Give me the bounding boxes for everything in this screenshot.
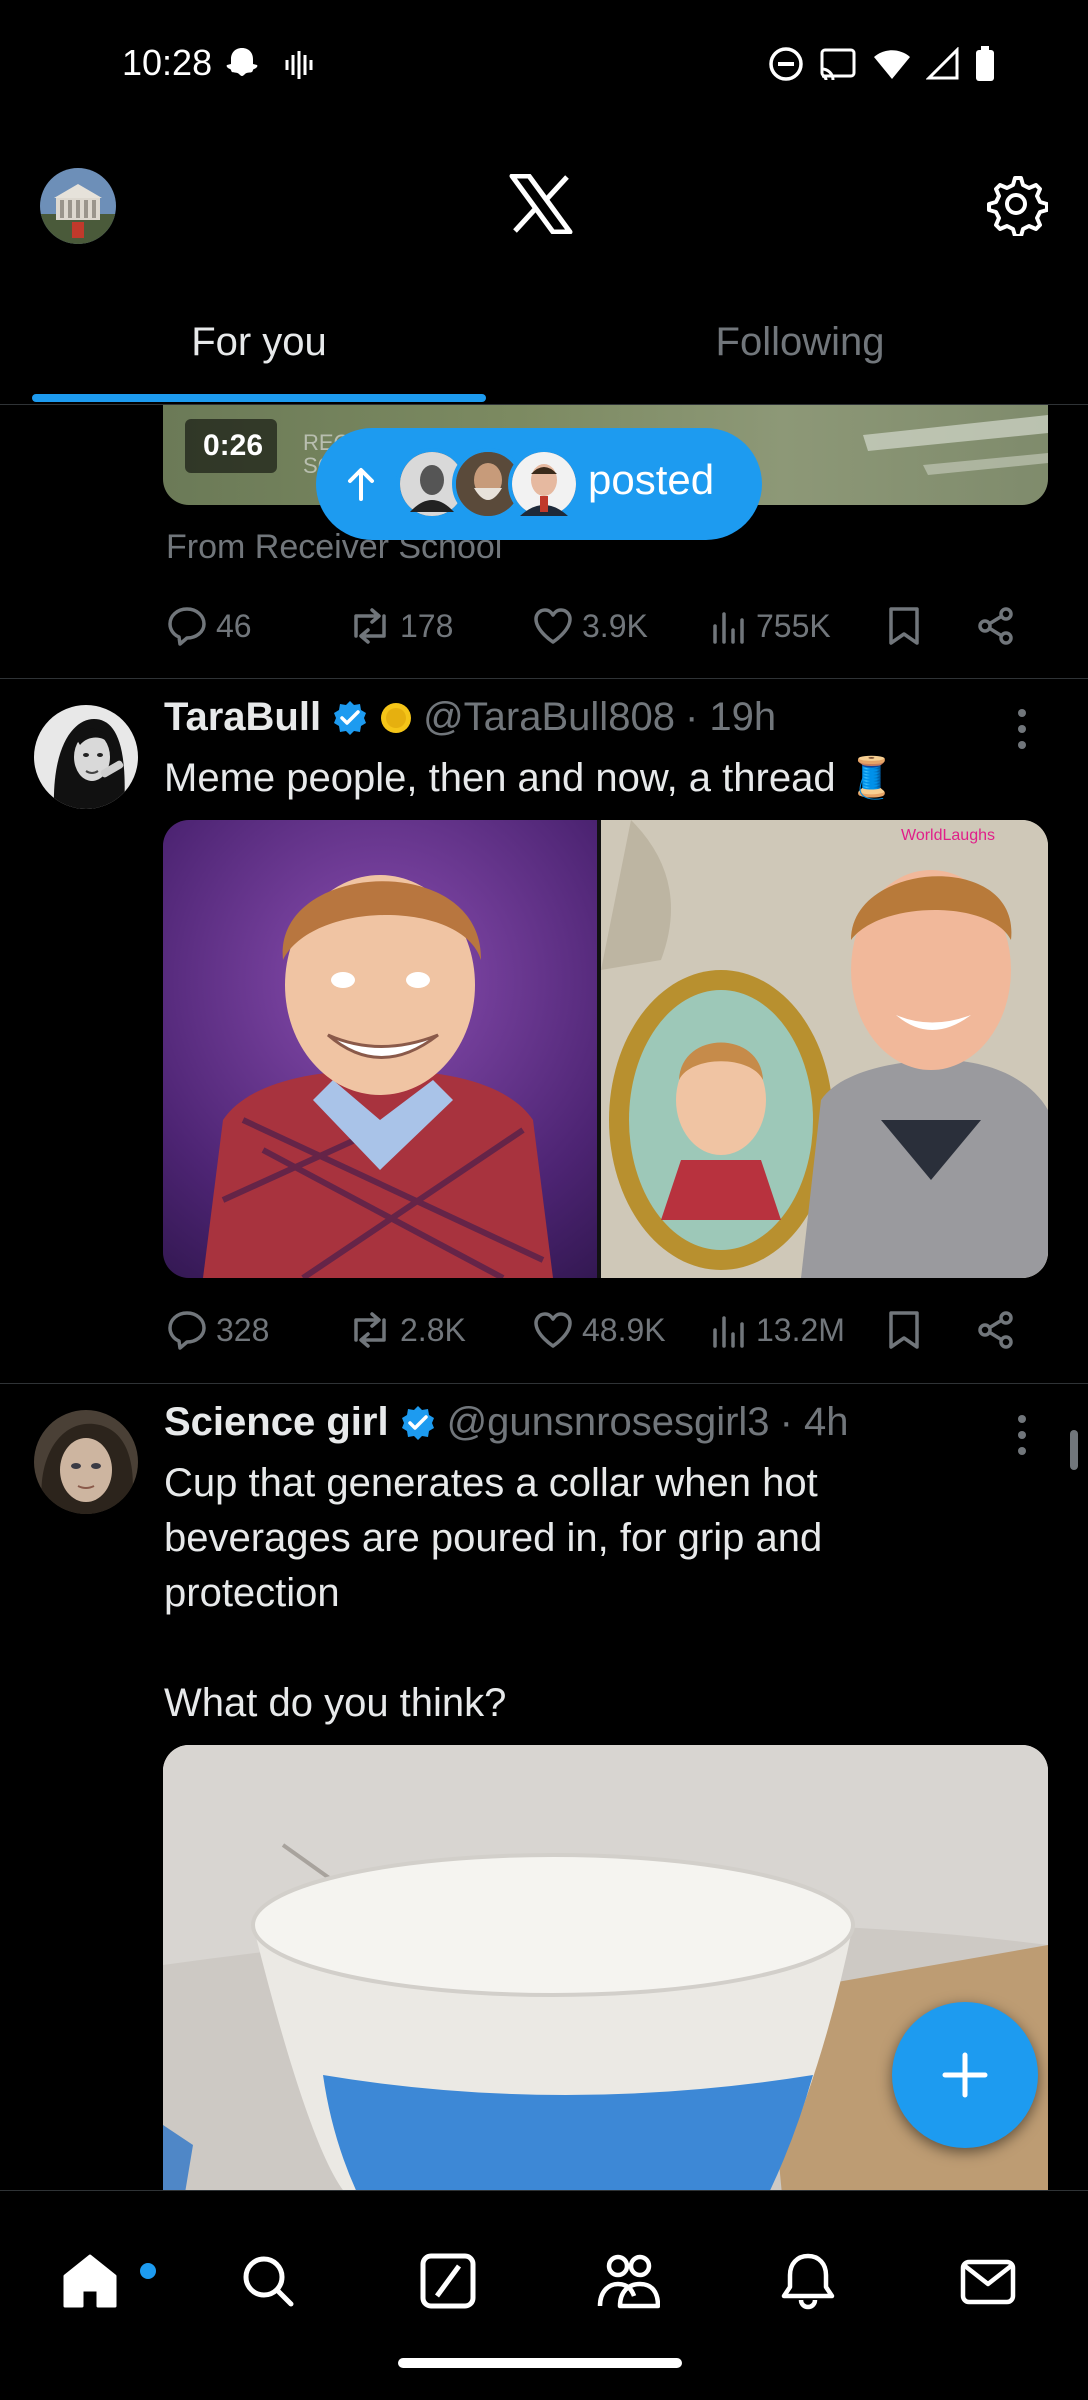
author-avatar[interactable] <box>34 705 138 809</box>
views-chart-icon <box>713 612 744 644</box>
avatar <box>508 448 580 520</box>
views-button[interactable]: 13.2M <box>710 1310 886 1350</box>
timestamp: · 4h <box>779 1400 849 1444</box>
display-name[interactable]: Science girl <box>164 1400 389 1445</box>
tab-following[interactable]: Following <box>544 280 1056 405</box>
share-button[interactable] <box>976 606 1016 646</box>
timestamp: · 19h <box>684 695 777 739</box>
repost-count: 178 <box>400 607 454 644</box>
svg-text:WorldLaughs: WorldLaughs <box>901 827 995 844</box>
compose-button[interactable] <box>892 2002 1038 2148</box>
status-time: 10:28 <box>122 42 213 83</box>
tweet-divider <box>0 678 1088 679</box>
bell-icon <box>781 2253 835 2310</box>
bookmark-button[interactable] <box>886 605 976 647</box>
bookmark-icon <box>889 1311 919 1349</box>
handle[interactable]: @gunsnrosesgirl3 <box>447 1400 770 1445</box>
repost-icon <box>354 608 386 644</box>
share-button[interactable] <box>976 1310 1016 1350</box>
posted-avatars <box>396 448 580 520</box>
reply-icon <box>168 1311 206 1350</box>
nav-notifications[interactable] <box>758 2231 858 2331</box>
plus-icon <box>942 2052 988 2098</box>
tweet-actions: 46 178 3.9K 755K <box>166 601 1046 651</box>
app-header: For you Following <box>0 140 1088 405</box>
meme-now-image: WorldLaughs <box>601 820 1048 1278</box>
settings-gear-icon[interactable] <box>984 172 1049 241</box>
nav-home[interactable] <box>40 2231 156 2331</box>
do-not-disturb-icon <box>769 47 803 81</box>
repost-count: 2.8K <box>400 1311 466 1348</box>
notification-dot <box>140 2263 156 2279</box>
snapchat-icon <box>226 48 258 76</box>
status-bar: 10:28 <box>0 0 1088 140</box>
gold-badge-icon <box>381 702 412 733</box>
more-options-icon[interactable] <box>1018 709 1026 749</box>
active-tab-indicator <box>32 394 486 402</box>
new-posts-pill[interactable]: posted <box>316 428 762 540</box>
scrollbar[interactable] <box>1070 1430 1078 1470</box>
grok-icon <box>420 2253 476 2309</box>
signal-icon <box>926 47 959 80</box>
like-count: 48.9K <box>582 1311 666 1348</box>
repost-button[interactable]: 178 <box>348 606 532 646</box>
gesture-home-indicator[interactable] <box>398 2358 682 2368</box>
tweet-header: TaraBull @TaraBull808 · 19h <box>164 695 776 740</box>
reply-icon <box>168 607 206 646</box>
bookmark-icon <box>889 607 919 645</box>
x-logo-icon[interactable] <box>508 173 574 239</box>
repost-icon <box>354 1312 386 1348</box>
like-button[interactable]: 48.9K <box>532 1310 710 1350</box>
bottom-navigation <box>0 2190 1088 2400</box>
views-chart-icon <box>713 1316 744 1348</box>
handle[interactable]: @TaraBull808 <box>423 695 675 740</box>
tweet-text: Meme people, then and now, a thread 🧵 <box>164 756 897 800</box>
reply-count: 328 <box>216 1311 270 1348</box>
nav-messages[interactable] <box>938 2231 1038 2331</box>
repost-button[interactable]: 2.8K <box>348 1310 532 1350</box>
reply-count: 46 <box>216 607 252 644</box>
tweet-text: Cup that generates a collar when hot bev… <box>164 1461 823 1725</box>
search-icon <box>243 2256 294 2307</box>
reply-button[interactable]: 328 <box>166 1309 348 1351</box>
tweet-actions: 328 2.8K 48.9K 13.2M <box>166 1305 1046 1355</box>
nav-search[interactable] <box>218 2231 318 2331</box>
verified-badge-icon <box>401 1405 434 1440</box>
share-icon <box>978 607 1013 645</box>
reply-button[interactable]: 46 <box>166 605 348 647</box>
view-count: 13.2M <box>756 1311 845 1348</box>
display-name[interactable]: TaraBull <box>164 695 321 740</box>
bookmark-button[interactable] <box>886 1309 976 1351</box>
meme-then-image <box>163 820 597 1278</box>
views-button[interactable]: 755K <box>710 606 886 646</box>
timeline-tabs: For you Following <box>0 280 1088 405</box>
tab-for-you[interactable]: For you <box>0 280 518 405</box>
voicemail-icon <box>285 51 313 79</box>
mail-icon <box>960 2259 1016 2305</box>
cast-icon <box>820 48 856 81</box>
view-count: 755K <box>756 607 831 644</box>
battery-icon <box>976 46 994 81</box>
heart-icon <box>534 1312 572 1348</box>
tweet-header: Science girl @gunsnrosesgirl3 · 4h <box>164 1400 849 1445</box>
wifi-icon <box>874 50 910 79</box>
more-options-icon[interactable] <box>1018 1415 1026 1455</box>
home-icon <box>63 2254 117 2308</box>
nav-communities[interactable] <box>578 2231 678 2331</box>
arrow-up-icon <box>348 468 374 501</box>
timeline-feed[interactable]: RECEI SCHO 0:26 From Receiver School 46 … <box>0 405 1088 2190</box>
verified-badge-icon <box>334 700 367 735</box>
profile-avatar[interactable] <box>40 168 116 244</box>
like-count: 3.9K <box>582 607 648 644</box>
author-avatar[interactable] <box>34 1410 138 1514</box>
video-duration-badge: 0:26 <box>185 419 278 473</box>
tweet-divider <box>0 1383 1088 1384</box>
heart-icon <box>534 608 572 644</box>
posted-label: posted <box>588 456 715 503</box>
nav-grok[interactable] <box>398 2231 498 2331</box>
tweet-image[interactable]: WorldLaughs <box>163 820 1048 1278</box>
share-icon <box>978 1311 1013 1349</box>
communities-icon <box>597 2254 660 2309</box>
like-button[interactable]: 3.9K <box>532 606 710 646</box>
